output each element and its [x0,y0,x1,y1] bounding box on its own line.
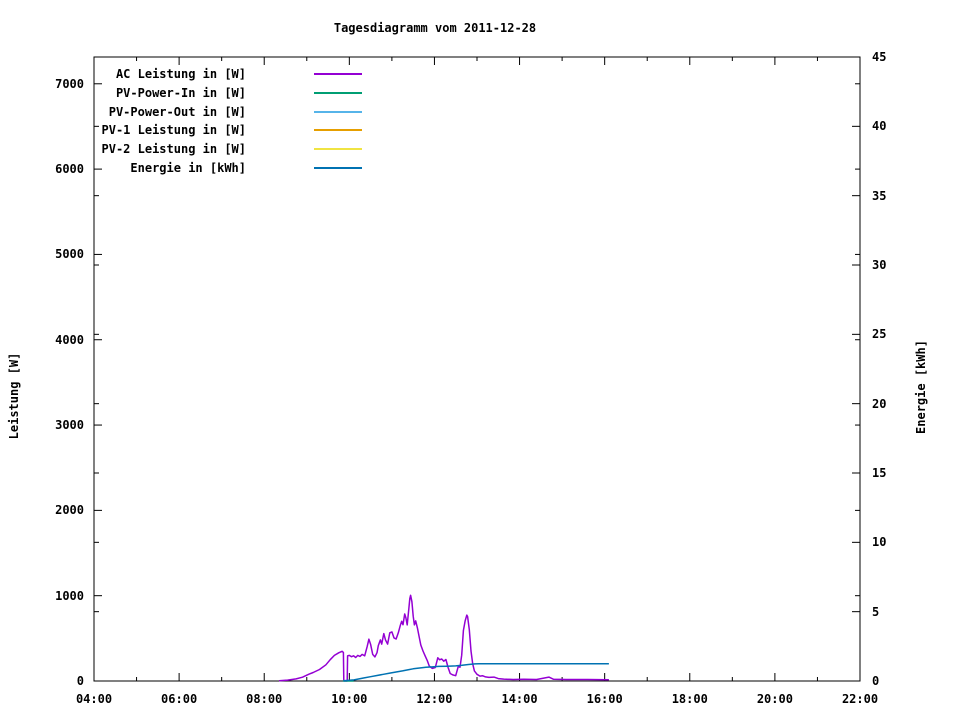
y-left-tick-label: 0 [76,674,84,688]
series-line-energie-in-kwh [343,662,609,682]
legend-line-sample [314,148,362,151]
y-right-tick-label: 20 [872,396,887,411]
y-left-tick-label: 2000 [55,503,84,518]
y-right-tick-label: 35 [872,188,887,203]
x-tick-label: 06:00 [161,692,198,706]
x-tick-label: 22:00 [841,692,879,706]
legend-line-sample [314,166,362,169]
y-right-tick-label: 15 [872,466,887,480]
y-right-tick-label: 10 [872,535,887,550]
legend-item-label: PV-1 Leistung in [W] [101,123,247,138]
y-right-tick-label: 45 [872,50,887,64]
series-line-ac-leistung-in-w [279,594,609,682]
y-right-tick-label: 30 [872,258,887,272]
y-left-tick-label: 1000 [55,588,84,603]
legend-line-sample [314,110,362,113]
y-right-tick-label: 5 [872,604,880,619]
legend-item-label: PV-2 Leistung in [W] [101,142,247,157]
x-tick-label: 18:00 [671,692,708,706]
y-right-tick-label: 40 [872,119,887,134]
y-right-tick-label: 25 [872,327,887,342]
x-tick-label: 08:00 [246,692,283,706]
x-tick-label: 16:00 [586,692,623,706]
y-left-tick-label: 3000 [55,418,84,433]
x-tick-label: 10:00 [331,692,368,706]
legend-item-label: PV-Power-Out in [W] [108,104,246,119]
legend-item: PV-2 Leistung in [W] [0,140,362,159]
legend-item: PV-Power-Out in [W] [0,102,362,121]
y-left-tick-label: 5000 [55,247,84,262]
y-left-tick-label: 4000 [55,332,84,347]
y-left-tick-label: 7000 [55,76,84,91]
legend-line-sample [314,129,362,132]
x-tick-label: 14:00 [501,692,538,706]
y-left-tick-label: 6000 [55,162,84,177]
daily-pv-chart: Tagesdiagramm vom 2011-12-28 Leistung [W… [0,0,960,720]
legend-line-sample [314,92,362,95]
x-tick-label: 20:00 [756,692,793,706]
y-right-tick-label: 0 [872,674,880,688]
legend-line-sample [314,73,362,76]
legend-item: PV-1 Leistung in [W] [0,121,362,140]
x-tick-label: 12:00 [416,692,453,706]
x-tick-label: 04:00 [75,692,113,706]
